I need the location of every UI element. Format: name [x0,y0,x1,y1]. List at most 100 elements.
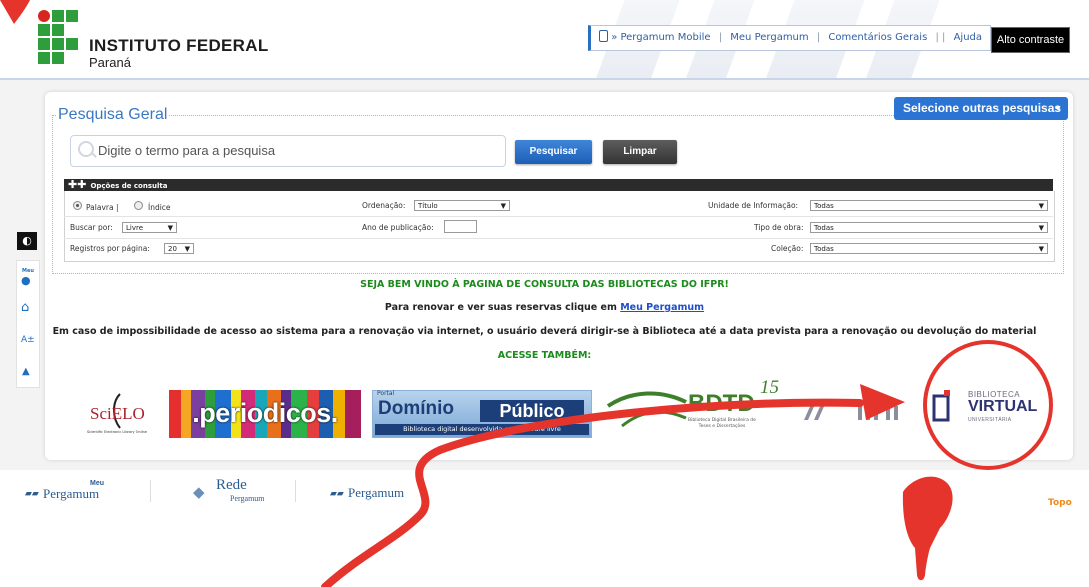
collection-label: Coleção: [771,244,804,253]
bv-frame [932,394,950,422]
ibict-shapes [804,402,898,420]
work-type-select[interactable]: Todas ▼ [810,222,1048,233]
search-input[interactable] [98,140,498,160]
order-label: Ordenação: [362,201,406,210]
dominio-subtitle: Biblioteca digital desenvolvida em softw… [375,424,589,435]
work-type-value: Todas [814,224,834,232]
caret-down-icon: ▼ [1038,224,1044,232]
high-contrast-button[interactable]: Alto contraste [991,27,1070,53]
radio-indice[interactable] [134,201,143,210]
dominio-publico-title: Público [480,400,584,422]
scielo-text: SciELO [90,404,145,423]
collection-select[interactable]: Todas ▼ [810,243,1048,254]
link-separator: | [718,32,723,43]
logo-dot [38,10,50,22]
dominio-title: Domínio [378,398,454,419]
bdtd-years: 15 [760,377,779,398]
per-page-label: Registros por página: [70,244,150,253]
unit-label: Unidade de Informação: [708,201,799,210]
contrast-icon[interactable]: ◐ [17,232,37,250]
unit-value: Todas [814,202,834,210]
search-by-select[interactable]: Livre ▼ [122,222,177,233]
caret-down-icon: ▼ [1054,104,1062,113]
scroll-up-icon[interactable]: ▲ [22,366,30,377]
select-other-searches-button[interactable]: Selecione outras pesquisas ▼ [894,97,1068,120]
clear-button[interactable]: Limpar [603,140,677,164]
bv-line3: UNIVERSITÁRIA [968,417,1012,423]
footer-divider [295,480,296,502]
link-ajuda[interactable]: Ajuda [954,32,982,43]
logo-square [66,38,78,50]
bdtd-text: BDTD [688,390,755,417]
logo-square [52,24,64,36]
footer-pergamum-logo[interactable]: Pergamum [348,485,404,501]
meu-pergamum-link[interactable]: Meu Pergamum [620,302,704,313]
renew-message: Para renovar e ver suas reservas clique … [0,302,1089,313]
logo-square [38,24,50,36]
footer-rede-label[interactable]: Rede [216,477,247,494]
search-by-label: Buscar por: [70,223,113,232]
footer-divider [150,480,151,502]
expand-plus-icon: ✚✚ [68,178,87,191]
link-comentarios-gerais[interactable]: Comentários Gerais [828,32,927,43]
bv-line2: VIRTUAL [968,398,1038,415]
top-links-bar: » Pergamum Mobile | Meu Pergamum | Comen… [588,25,992,51]
order-value: Título [418,202,438,210]
caret-down-icon: ▼ [500,202,506,210]
welcome-message: SEJA BEM VINDO À PAGINA DE CONSULTA DAS … [360,279,729,290]
year-input[interactable] [444,220,477,233]
logo-square [52,52,64,64]
link-meu-pergamum[interactable]: Meu Pergamum [730,32,808,43]
search-by-value: Livre [126,224,144,232]
institution-state: Paraná [89,55,131,70]
search-icon [78,141,94,157]
bdtd-swoosh [606,391,687,408]
logo-square [66,10,78,22]
bdtd-swoosh [621,410,687,428]
radio-palavra[interactable] [73,201,82,210]
dominio-portal-label: Portal [377,390,395,397]
pergamum-book-icon: ▰▰ [25,488,39,498]
caret-down-icon: ▼ [167,224,173,232]
mobile-icon [599,30,608,42]
pergamum-book-icon: ▰▰ [330,488,344,498]
work-type-label: Tipo de obra: [754,223,804,232]
caret-down-icon: ▼ [1038,202,1044,210]
bv-red-square [944,390,950,396]
per-page-value: 20 [168,245,177,253]
collection-value: Todas [814,245,834,253]
select-other-label: Selecione outras pesquisas [903,101,1062,115]
year-label: Ano de publicação: [362,223,434,232]
logo-square [38,52,50,64]
header-divider [0,78,1089,80]
radio-indice-label: Índice [148,203,171,212]
caret-down-icon: ▼ [184,245,190,253]
search-options-header[interactable]: ✚✚ Opções de consulta [64,179,1053,191]
renew-text: Para renovar e ver suas reservas clique … [384,302,617,313]
link-separator: | [816,32,821,43]
ibict-logo[interactable] [800,396,910,426]
link-pergamum-mobile[interactable]: » Pergamum Mobile [611,32,710,43]
periodicos-text: .periodicos. [192,398,338,428]
link-separator: | | [935,32,946,43]
radio-palavra-label: Palavra | [86,203,119,212]
institution-name: INSTITUTO FEDERAL [89,36,269,55]
search-button[interactable]: Pesquisar [515,140,592,164]
per-page-select[interactable]: 20 ▼ [164,243,194,254]
bdtd-subtitle: Biblioteca Digital Brasileira de Teses e… [688,418,756,429]
options-title: Opções de consulta [90,182,168,190]
rede-pergamum-icon: ◆ [193,485,205,501]
order-select[interactable]: Título ▼ [414,200,510,211]
back-to-top-link[interactable]: Topo [1048,498,1072,508]
logo-square [52,38,64,50]
caret-down-icon: ▼ [1038,245,1044,253]
footer-rede-sublabel: Pergamum [230,494,265,503]
search-legend: Pesquisa Geral [56,106,170,124]
renewal-notice: Em caso de impossibilidade de acesso ao … [52,326,1037,337]
logo-square [38,38,50,50]
scielo-subtitle: Scientific Electronic Library Online [86,430,148,434]
site-footer [0,470,1089,587]
access-also-heading: ACESSE TAMBÉM: [497,350,592,361]
footer-meu-pergamum-logo[interactable]: Pergamum [43,486,99,502]
unit-select[interactable]: Todas ▼ [810,200,1048,211]
